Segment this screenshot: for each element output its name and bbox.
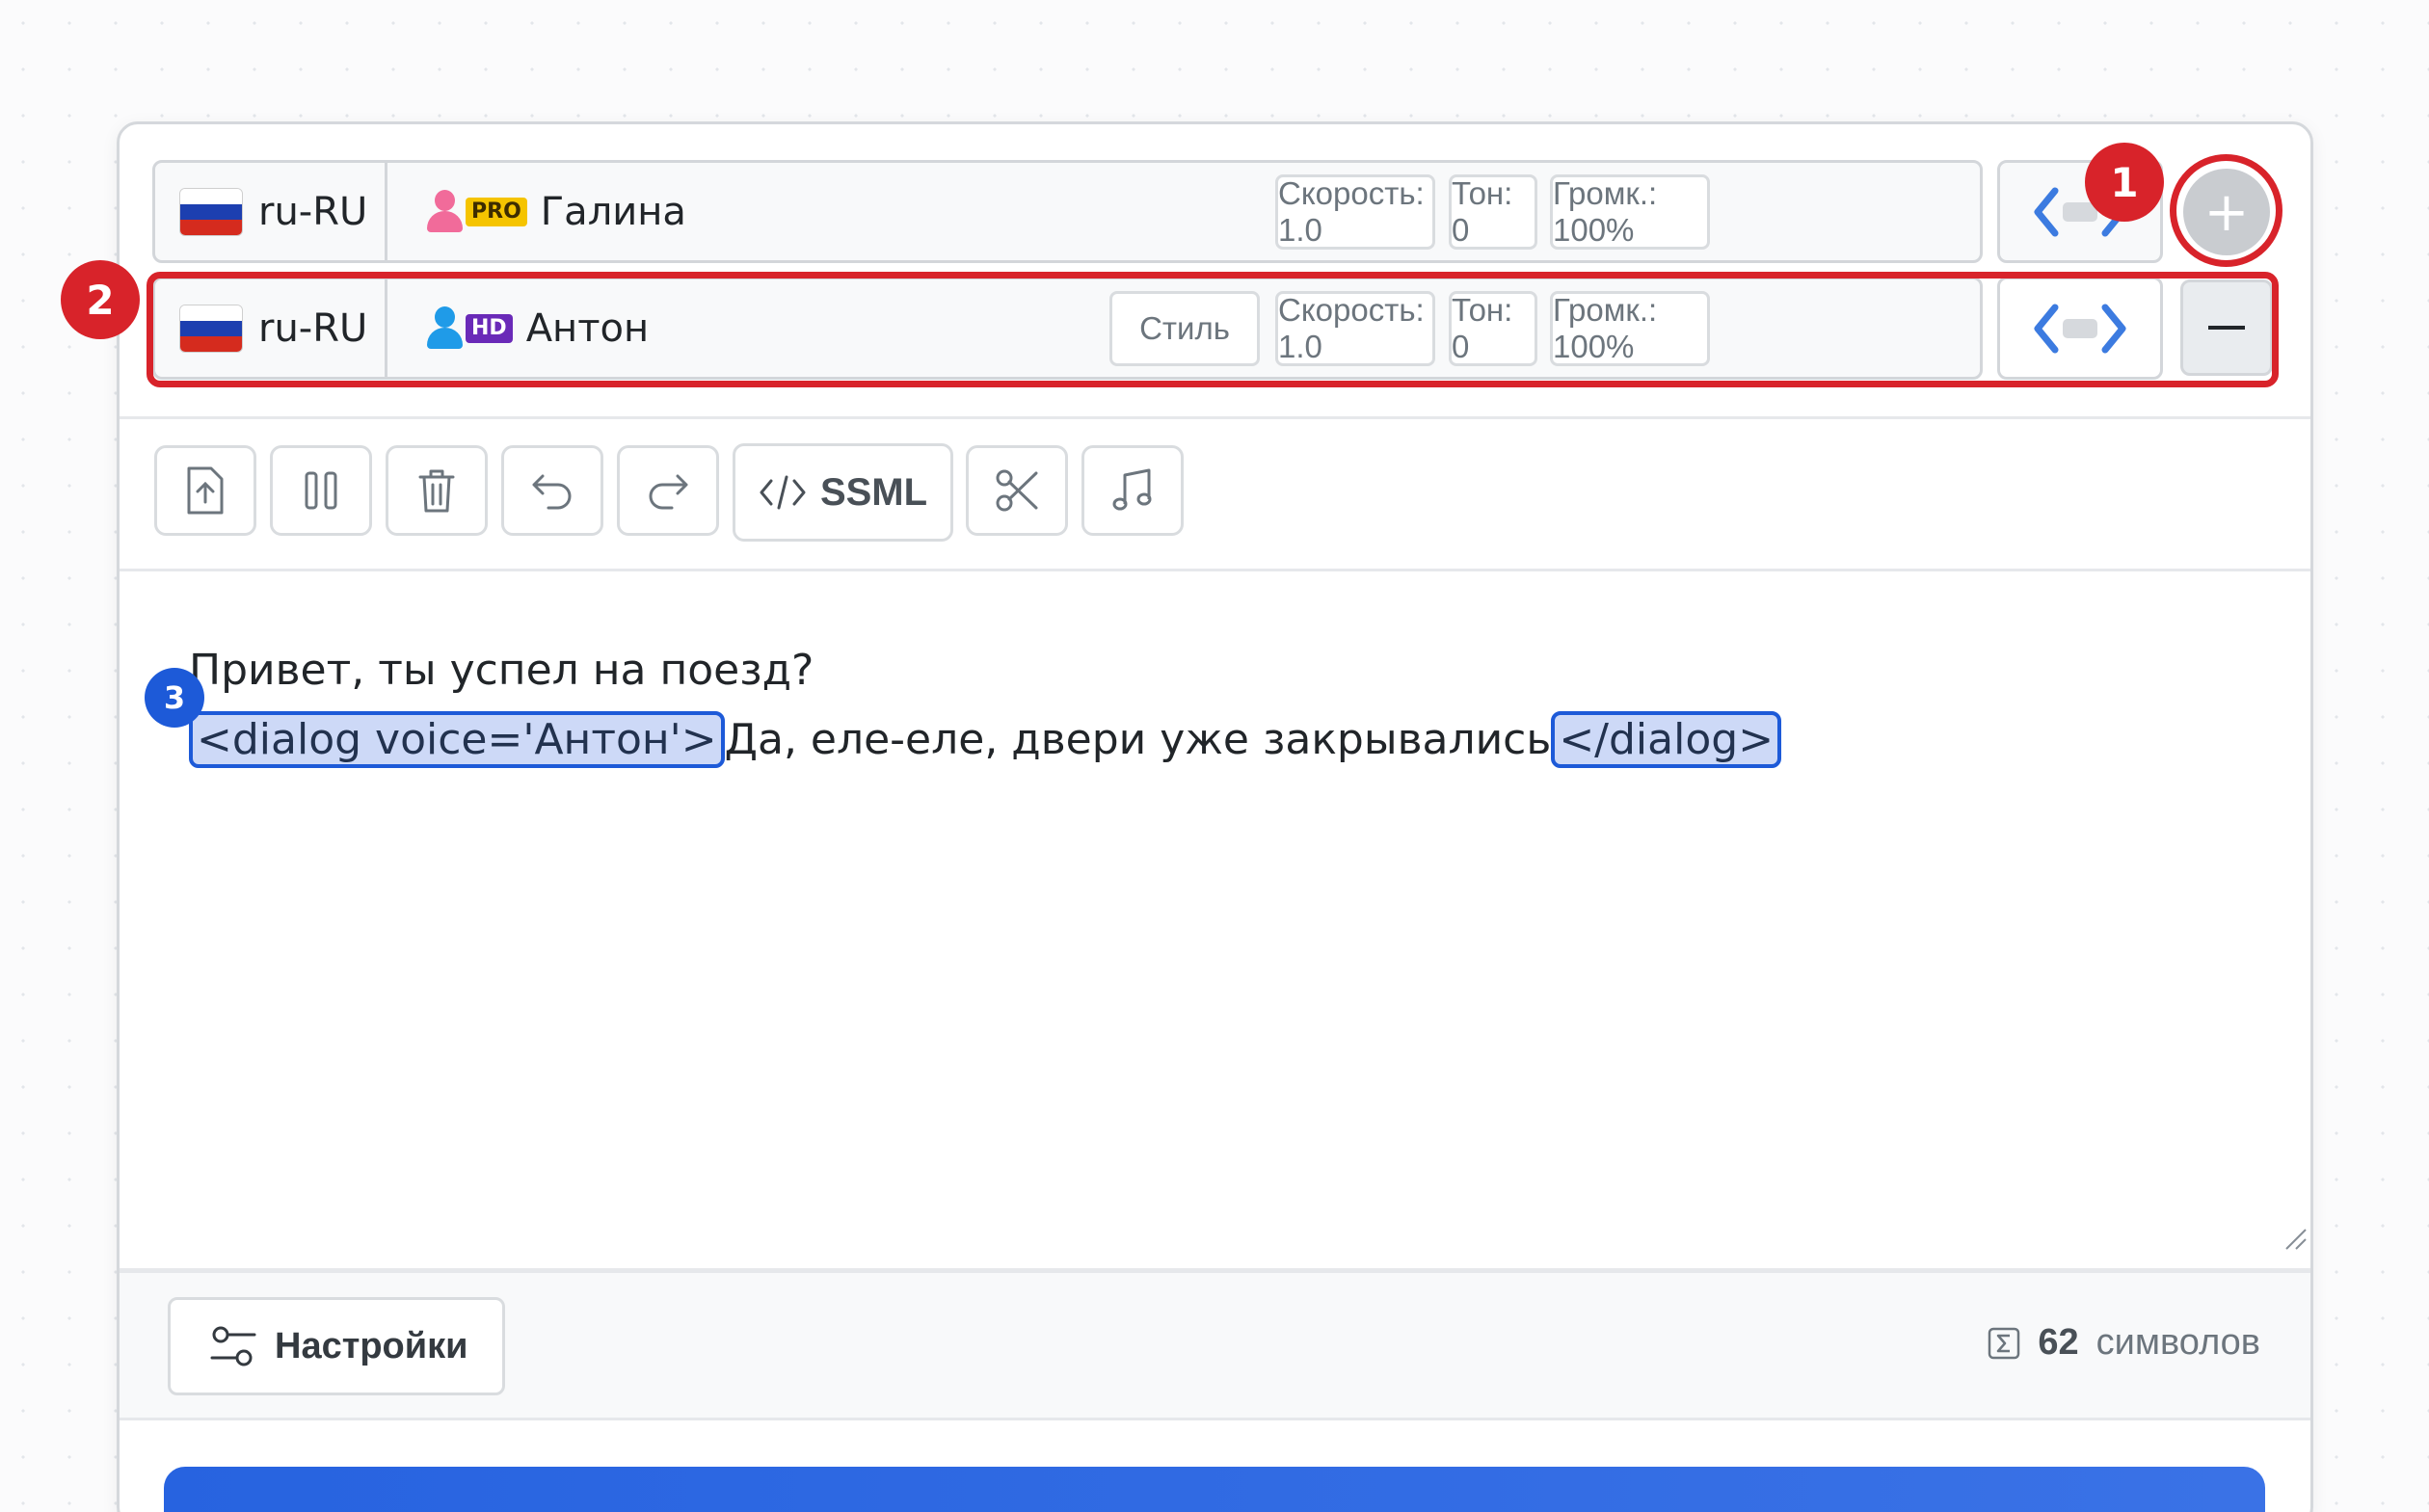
redo-icon: [649, 474, 688, 510]
sliders-icon: [210, 1326, 256, 1366]
tone-button[interactable]: Тон: 0: [1449, 174, 1537, 250]
settings-label: Настройки: [275, 1325, 468, 1366]
undo-button[interactable]: [501, 445, 603, 536]
music-icon: [1112, 468, 1152, 511]
character-count: 62: [2038, 1322, 2079, 1363]
upload-icon: [187, 466, 224, 515]
generate-button[interactable]: [164, 1467, 2265, 1512]
resize-handle-icon[interactable]: [2282, 1226, 2308, 1251]
character-counter: 62 символов: [1988, 1322, 2260, 1364]
editor-line-2: <dialog voice='Антон'> Да, еле-еле, двери…: [189, 705, 1782, 775]
dialog-close-tag[interactable]: </dialog>: [1551, 711, 1782, 768]
language-select[interactable]: ru-RU: [155, 163, 387, 260]
divider: [120, 569, 2310, 571]
pro-badge: PRO: [466, 197, 527, 226]
settings-button[interactable]: Настройки: [168, 1297, 505, 1395]
undo-icon: [532, 474, 572, 510]
divider: [120, 416, 2310, 419]
code-icon: [760, 475, 806, 510]
language-label: ru-RU: [258, 189, 368, 234]
voice-row-galina: ru-RU PRO Галина Скорость: 1.0 Тон: 0 Гр…: [152, 160, 1983, 263]
voice-name: Галина: [540, 189, 686, 234]
upload-button[interactable]: [154, 445, 256, 536]
music-button[interactable]: [1081, 445, 1184, 536]
editor-line-1: Привет, ты успел на поезд?: [189, 646, 814, 695]
trash-icon: [418, 469, 455, 513]
redo-button[interactable]: [617, 445, 719, 536]
divider: [120, 1418, 2310, 1420]
dialog-open-tag[interactable]: <dialog voice='Антон'>: [189, 711, 725, 768]
ssml-button[interactable]: SSML: [733, 443, 953, 542]
annotation-badge-1: 1: [2085, 143, 2164, 222]
female-voice-icon: [425, 189, 464, 234]
russia-flag-icon: [179, 187, 243, 236]
text-editor[interactable]: Привет, ты успел на поезд? <dialog voice…: [189, 636, 1782, 775]
annotation-highlight-row: [147, 272, 2279, 387]
annotation-badge-2: 2: [61, 260, 140, 339]
delete-button[interactable]: [386, 445, 488, 536]
annotation-badge-3: 3: [145, 668, 204, 728]
sigma-icon: [1989, 1327, 2020, 1359]
cut-button[interactable]: [966, 445, 1068, 536]
volume-button[interactable]: Громк.: 100%: [1550, 174, 1710, 250]
scissors-icon: [996, 469, 1038, 512]
character-unit: символов: [2095, 1322, 2260, 1363]
pause-button[interactable]: [270, 445, 372, 536]
pause-icon: [305, 471, 337, 510]
annotation-highlight-add: [2170, 154, 2282, 267]
voice-select[interactable]: PRO Галина: [425, 163, 686, 260]
ssml-label: SSML: [819, 470, 928, 514]
dialog-text: Да, еле-еле, двери уже закрывались: [724, 715, 1552, 764]
speed-button[interactable]: Скорость: 1.0: [1275, 174, 1435, 250]
